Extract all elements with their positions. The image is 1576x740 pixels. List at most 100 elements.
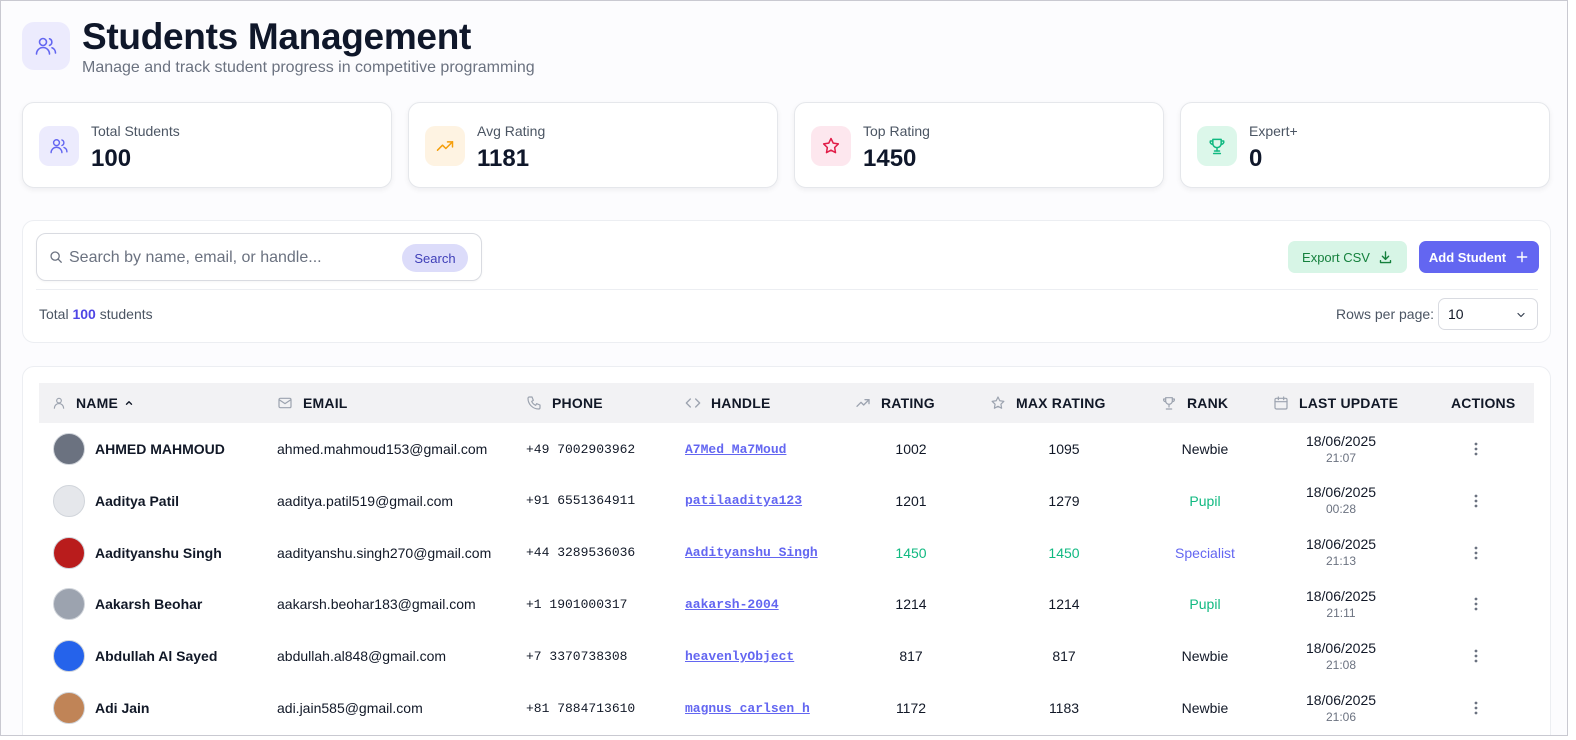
trending-up-icon <box>425 126 465 166</box>
column-label: RANK <box>1187 395 1229 411</box>
more-vertical-icon <box>1474 701 1478 715</box>
stat-card-top-rating: Top Rating 1450 <box>794 102 1164 188</box>
column-header-max-rating[interactable]: MAX RATING <box>990 383 1106 423</box>
student-phone: +81 7884713610 <box>526 700 636 716</box>
handle-link[interactable]: patilaaditya123 <box>685 475 802 527</box>
last-update-date: 18/06/2025 <box>1305 432 1377 449</box>
add-student-button[interactable]: Add Student <box>1419 241 1539 273</box>
student-rank: Newbie <box>1181 648 1229 665</box>
avatar <box>53 433 85 465</box>
stat-value: 1181 <box>477 145 530 172</box>
stat-card-expert-plus: Expert+ 0 <box>1180 102 1550 188</box>
star-icon <box>811 126 851 166</box>
rows-per-page-value: 10 <box>1448 306 1464 322</box>
student-rank: Newbie <box>1181 700 1229 716</box>
column-label: EMAIL <box>303 395 348 411</box>
table-row[interactable]: Aaditya Patil aaditya.patil519@gmail.com +… <box>39 475 1534 527</box>
last-update: 18/06/2025 00:28 <box>1290 475 1392 527</box>
more-vertical-icon <box>1474 494 1478 508</box>
student-rating: 817 <box>899 648 923 665</box>
avatar <box>53 692 85 724</box>
table-row[interactable]: Abdullah Al Sayed abdullah.al848@gmail.co… <box>39 630 1534 682</box>
add-student-label: Add Student <box>1428 249 1507 265</box>
row-actions-button[interactable] <box>1451 423 1501 475</box>
row-actions-button[interactable] <box>1451 475 1501 527</box>
student-name: Aaditya Patil <box>95 492 180 509</box>
stat-value: 0 <box>1249 145 1263 172</box>
column-header-rank[interactable]: RANK <box>1161 383 1228 423</box>
student-phone: +91 6551364911 <box>526 493 636 509</box>
page-title: Students Management <box>82 16 472 57</box>
student-email: abdullah.al848@gmail.com <box>277 648 447 665</box>
total-suffix: students <box>99 306 153 322</box>
chevron-down-icon <box>1515 308 1527 326</box>
stat-label: Expert+ <box>1249 123 1298 139</box>
row-actions-button[interactable] <box>1451 682 1501 734</box>
column-label: MAX RATING <box>1016 395 1106 411</box>
page-header: Students Management Manage and track stu… <box>22 17 535 77</box>
column-header-phone[interactable]: PHONE <box>526 383 603 423</box>
column-label: PHONE <box>552 395 603 411</box>
student-email: aaditya.patil519@gmail.com <box>277 492 454 509</box>
last-update-date: 18/06/2025 <box>1305 587 1377 604</box>
star-icon <box>991 396 1005 409</box>
phone-icon <box>527 396 541 410</box>
student-rating: 1450 <box>895 544 927 561</box>
student-phone: +49 7002903962 <box>526 441 636 457</box>
last-update: 18/06/2025 21:08 <box>1290 630 1392 682</box>
total-prefix: Total <box>39 306 69 322</box>
export-csv-label: Export CSV <box>1302 249 1370 265</box>
handle-link[interactable]: aakarsh-2004 <box>685 578 779 630</box>
plus-icon <box>1516 251 1528 263</box>
student-rating: 1201 <box>895 492 927 509</box>
more-vertical-icon <box>1474 546 1478 560</box>
student-phone: +44 3289536036 <box>526 545 636 561</box>
student-max-rating: 1279 <box>1048 492 1080 509</box>
row-actions-button[interactable] <box>1451 527 1501 579</box>
stat-value: 1450 <box>863 145 917 172</box>
column-header-email[interactable]: EMAIL <box>277 383 348 423</box>
app-window: Students Management Manage and track stu… <box>0 0 1568 736</box>
export-csv-button[interactable]: Export CSV <box>1288 241 1407 273</box>
rows-per-page-label: Rows per page: <box>1336 306 1435 322</box>
mail-icon <box>278 397 292 409</box>
handle-link[interactable]: magnus_carlsen_h <box>685 682 810 734</box>
last-update-date: 18/06/2025 <box>1305 691 1377 708</box>
toolbar-panel: Search Export CSV Add Student Total 100 … <box>22 220 1551 343</box>
total-students-text: Total 100 students <box>39 306 153 322</box>
users-icon <box>39 126 79 166</box>
handle-link[interactable]: A7Med_Ma7Moud <box>685 423 786 475</box>
student-max-rating: 1450 <box>1048 544 1080 561</box>
column-header-handle[interactable]: HANDLE <box>685 383 771 423</box>
trophy-icon <box>1197 126 1237 166</box>
handle-link[interactable]: Aadityanshu_Singh <box>685 527 818 579</box>
students-table: NAME EMAIL PHONE HANDLE RATING MAX RATIN… <box>22 366 1551 735</box>
table-row[interactable]: AHMED MAHMOUD ahmed.mahmoud153@gmail.com +… <box>39 423 1534 475</box>
student-name: Aadityanshu Singh <box>95 544 222 561</box>
user-icon <box>53 397 65 409</box>
search-input[interactable] <box>69 246 389 270</box>
sort-ascending-icon <box>125 401 133 405</box>
total-count: 100 <box>72 306 96 322</box>
column-header-rating[interactable]: RATING <box>855 383 935 423</box>
last-update-time: 21:06 <box>1325 709 1357 724</box>
table-row[interactable]: Adi Jain adi.jain585@gmail.com +81 7884713… <box>39 682 1534 734</box>
column-header-last-update[interactable]: LAST UPDATE <box>1273 383 1398 423</box>
student-name: Aakarsh Beohar <box>95 596 203 613</box>
search-button[interactable]: Search <box>402 244 468 272</box>
avatar <box>53 588 85 621</box>
student-rating: 1002 <box>895 441 927 457</box>
student-max-rating: 1183 <box>1048 700 1080 716</box>
handle-link[interactable]: heavenlyObject <box>685 630 794 682</box>
table-row[interactable]: Aadityanshu Singh aadityanshu.singh270@gm… <box>39 527 1534 579</box>
last-update-time: 21:13 <box>1325 554 1357 569</box>
stat-card-avg-rating: Avg Rating 1181 <box>408 102 778 188</box>
last-update-time: 00:28 <box>1325 502 1357 517</box>
column-header-name[interactable]: NAME <box>52 383 144 423</box>
rows-per-page-select[interactable]: 10 <box>1438 298 1538 330</box>
row-actions-button[interactable] <box>1451 630 1501 682</box>
trophy-icon <box>1162 397 1176 410</box>
student-email: aadityanshu.singh270@gmail.com <box>277 544 492 561</box>
row-actions-button[interactable] <box>1451 578 1501 630</box>
table-row[interactable]: Aakarsh Beohar aakarsh.beohar183@gmail.co… <box>39 578 1534 630</box>
